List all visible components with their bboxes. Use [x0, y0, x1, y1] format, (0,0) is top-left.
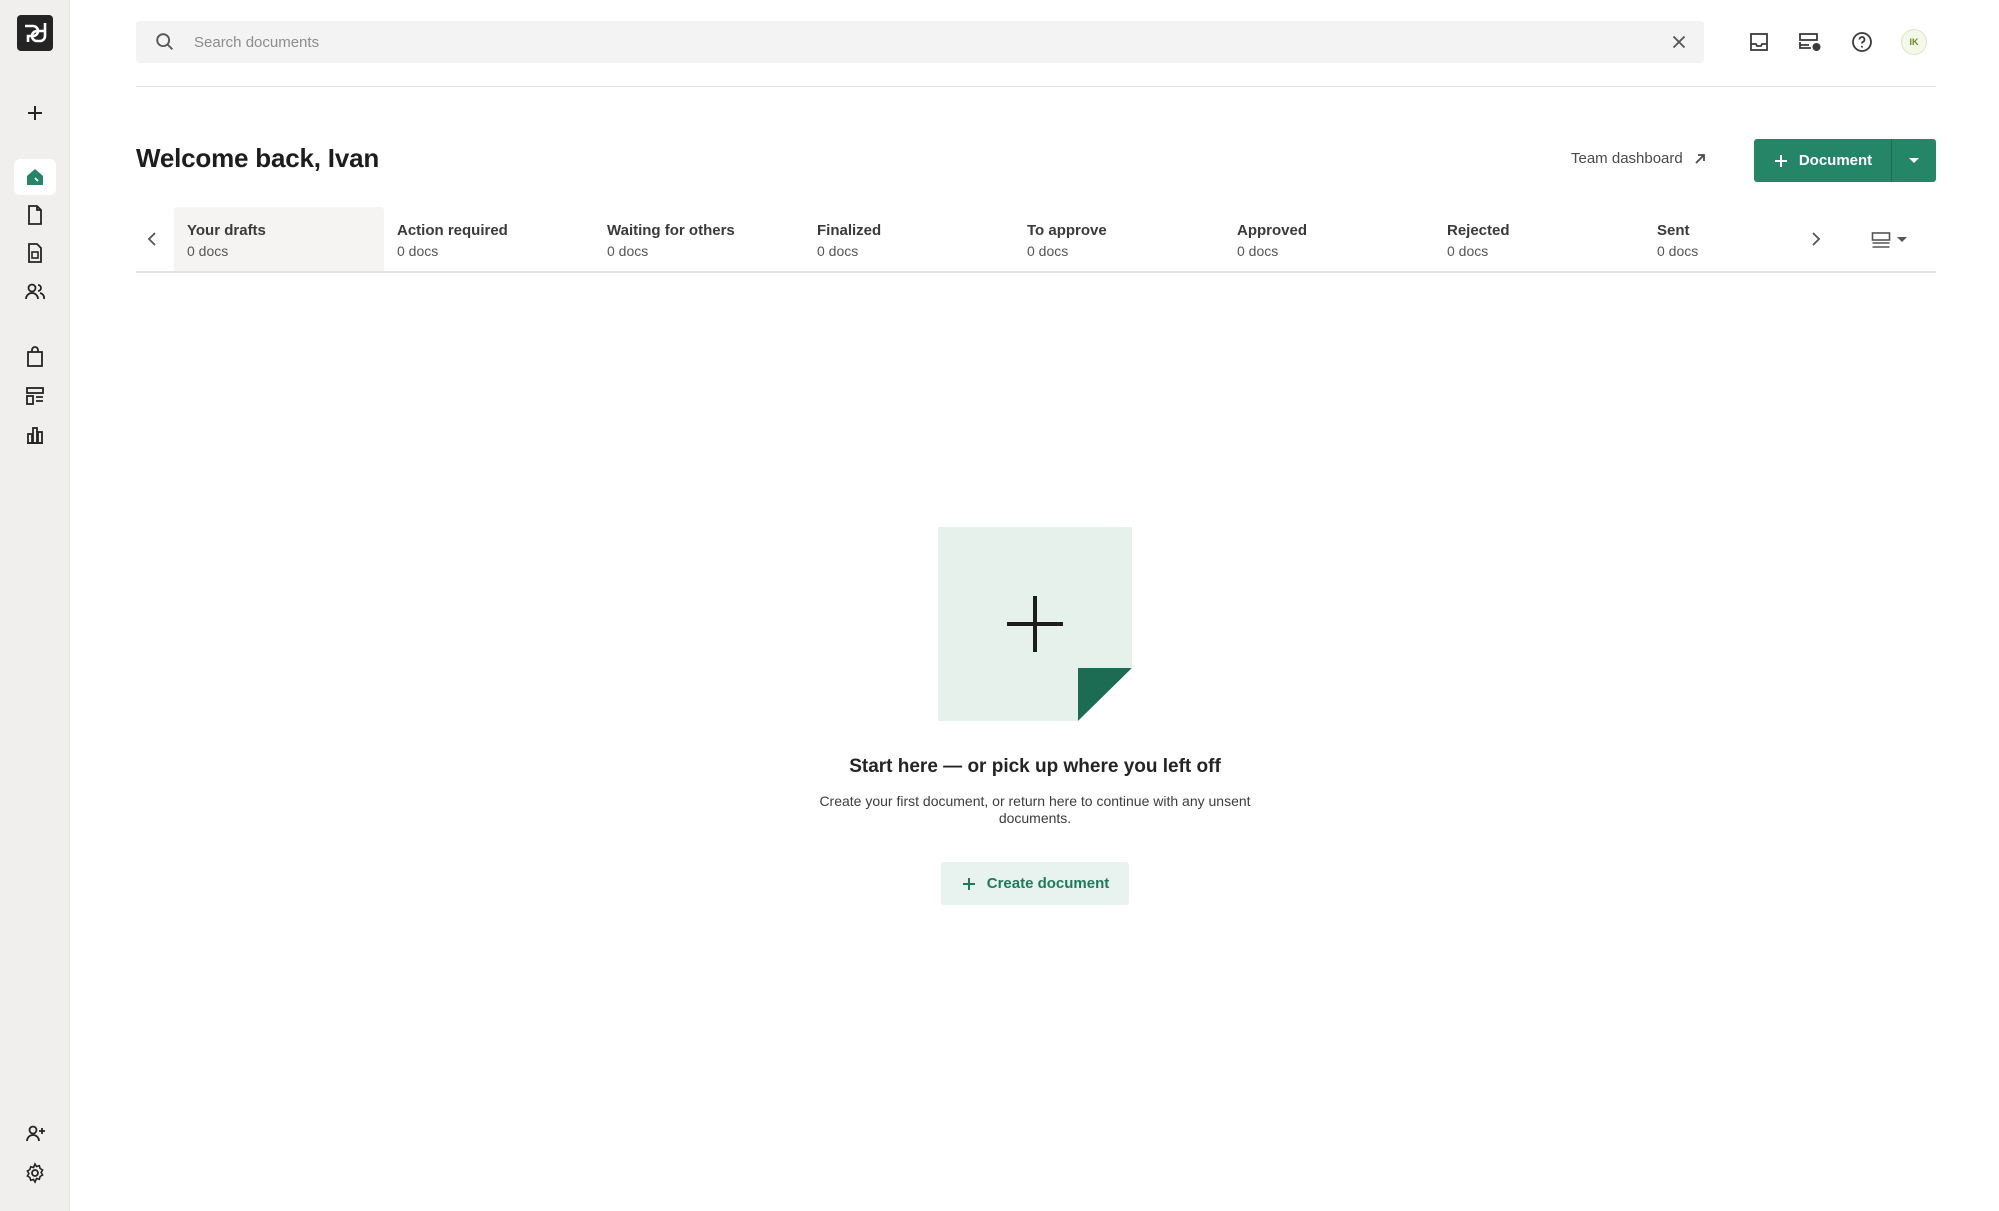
sidebar-item-invite-user[interactable]	[14, 1116, 56, 1152]
tab-waiting-for-others[interactable]: Waiting for others 0 docs	[594, 207, 804, 271]
tab-label: Finalized	[817, 222, 882, 239]
tab-approved[interactable]: Approved 0 docs	[1224, 207, 1434, 271]
sidebar-item-contacts[interactable]	[14, 274, 56, 310]
caret-down-icon	[1909, 157, 1919, 163]
help-button[interactable]	[1848, 28, 1876, 56]
new-document-label: Document	[1798, 152, 1873, 169]
plus-icon	[962, 877, 975, 890]
new-document-illustration	[938, 527, 1132, 721]
create-document-button[interactable]: Create document	[941, 862, 1129, 905]
list-view-icon	[1871, 232, 1891, 248]
document-status-icon	[1799, 33, 1821, 51]
tabs-scroll-left-button[interactable]	[138, 225, 166, 253]
tab-label: Approved	[1237, 222, 1308, 239]
help-icon	[1852, 32, 1872, 52]
tab-sent[interactable]: Sent 0 docs	[1644, 207, 1804, 271]
view-mode-toggle[interactable]	[1871, 227, 1921, 253]
tab-count: 0 docs	[1237, 243, 1279, 259]
document-icon	[28, 205, 42, 225]
forms-icon	[26, 387, 44, 405]
logo-mark-icon	[25, 23, 47, 43]
tab-finalized[interactable]: Finalized 0 docs	[804, 207, 1014, 271]
tab-count: 0 docs	[1447, 243, 1489, 259]
pandadoc-logo[interactable]	[17, 15, 53, 51]
new-document-button[interactable]: Document	[1754, 139, 1892, 182]
tab-count: 0 docs	[397, 243, 439, 259]
sidebar-item-reports[interactable]	[14, 417, 56, 453]
sidebar-item-forms[interactable]	[14, 378, 56, 414]
tab-your-drafts[interactable]: Your drafts 0 docs	[174, 207, 384, 271]
empty-state-title: Start here — or pick up where you left o…	[849, 756, 1221, 777]
plus-icon	[1774, 154, 1787, 167]
tab-label: Sent	[1657, 222, 1690, 239]
tab-label: Rejected	[1447, 222, 1510, 239]
add-user-icon	[26, 1125, 45, 1142]
create-document-label: Create document	[986, 875, 1110, 892]
template-icon	[28, 243, 42, 263]
home-icon	[27, 169, 43, 185]
bar-chart-icon	[27, 427, 43, 444]
tab-count: 0 docs	[817, 243, 859, 259]
inbox-button[interactable]	[1745, 28, 1773, 56]
catalog-bag-icon	[27, 346, 43, 367]
tab-count: 0 docs	[1027, 243, 1069, 259]
tab-to-approve[interactable]: To approve 0 docs	[1014, 207, 1224, 271]
tab-count: 0 docs	[607, 243, 649, 259]
document-status-tabs: Your drafts 0 docs Action required 0 doc…	[136, 207, 1936, 273]
tab-count: 0 docs	[1657, 243, 1699, 259]
external-link-icon	[1695, 153, 1705, 164]
contacts-icon	[25, 283, 45, 300]
sidebar-item-documents[interactable]	[14, 197, 56, 233]
tab-count: 0 docs	[187, 243, 229, 259]
sidebar-item-templates[interactable]	[14, 235, 56, 271]
sidebar-item-settings[interactable]	[14, 1155, 56, 1191]
tab-label: Your drafts	[187, 222, 266, 239]
tab-label: Waiting for others	[607, 222, 735, 239]
activity-button[interactable]	[1796, 28, 1824, 56]
team-dashboard-label: Team dashboard	[1571, 150, 1683, 167]
tab-label: To approve	[1027, 222, 1107, 239]
tab-label: Action required	[397, 222, 508, 239]
caret-down-icon	[1897, 237, 1907, 242]
new-document-dropdown-button[interactable]	[1892, 139, 1936, 182]
sidebar-item-catalog[interactable]	[14, 339, 56, 375]
close-icon[interactable]	[1668, 31, 1690, 53]
search-input[interactable]	[194, 21, 1634, 63]
tab-action-required[interactable]: Action required 0 docs	[384, 207, 594, 271]
search-icon	[156, 33, 173, 50]
gear-icon	[26, 1162, 44, 1184]
header-divider	[136, 86, 1936, 87]
empty-state-description: Create your first document, or return he…	[819, 793, 1251, 826]
tabs-scroll-right-button[interactable]	[1802, 225, 1830, 253]
inbox-icon	[1750, 33, 1768, 51]
search-bar	[136, 21, 1704, 63]
user-avatar[interactable]: IK	[1901, 29, 1927, 55]
tab-rejected[interactable]: Rejected 0 docs	[1434, 207, 1644, 271]
sidebar	[0, 0, 70, 1211]
plus-icon	[28, 106, 42, 120]
create-button[interactable]	[14, 95, 56, 131]
new-document-button-group: Document	[1754, 139, 1936, 182]
page-title: Welcome back, Ivan	[136, 143, 380, 173]
sidebar-item-home[interactable]	[14, 159, 56, 195]
chevron-left-icon	[147, 232, 156, 246]
team-dashboard-link[interactable]: Team dashboard	[1571, 150, 1707, 167]
chevron-right-icon	[1812, 232, 1821, 246]
